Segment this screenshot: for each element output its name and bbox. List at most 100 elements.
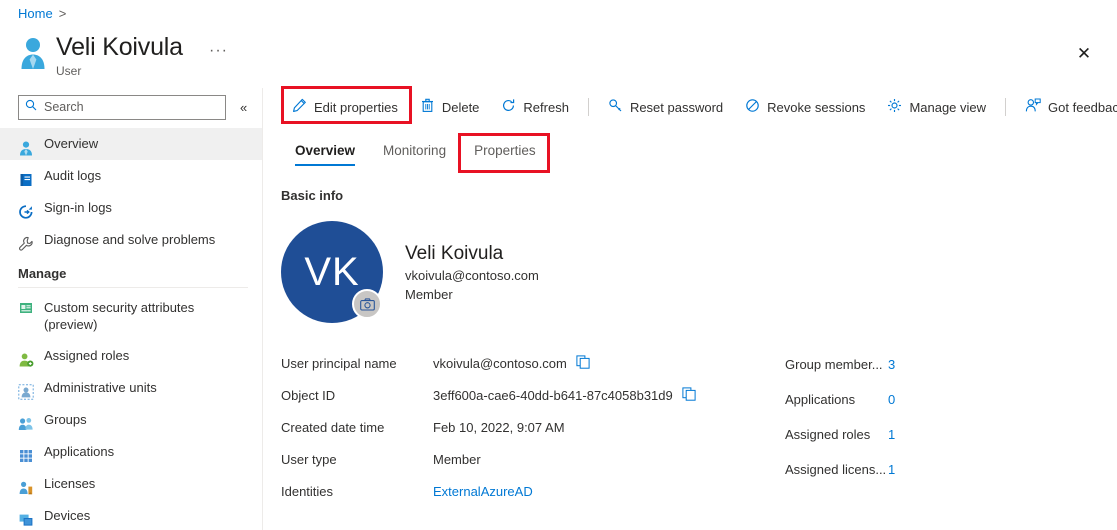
- sidebar-item-audit-logs[interactable]: Audit logs: [0, 160, 262, 192]
- revoke-sessions-button[interactable]: Revoke sessions: [734, 92, 876, 122]
- info-key: Object ID: [281, 387, 336, 403]
- command-separator: [587, 98, 589, 116]
- search-box[interactable]: [18, 94, 226, 120]
- sidebar-item-label: Overview: [44, 136, 99, 151]
- tab-monitoring[interactable]: Monitoring: [369, 143, 460, 167]
- command-bar: Edit properties Delete Refresh Reset pas…: [264, 88, 1117, 126]
- copy-icon[interactable]: [682, 386, 696, 404]
- info-key: Identities: [281, 483, 334, 499]
- command-label: Got feedback?: [1048, 99, 1117, 115]
- feedback-icon: [1025, 98, 1041, 116]
- sidebar-item-licenses[interactable]: Licenses: [0, 468, 262, 500]
- command-label: Reset password: [629, 99, 724, 115]
- sidebar-nav-list: Overview Audit logs Sign-in logs Diagnos…: [0, 126, 262, 530]
- tab-properties[interactable]: Properties: [460, 143, 550, 167]
- command-label: Manage view: [909, 99, 987, 115]
- info-value-count[interactable]: 1: [888, 462, 895, 477]
- licenses-icon: [18, 476, 34, 495]
- gear-icon: [887, 98, 902, 116]
- blade-header: Veli Koivula ··· User ✕: [0, 30, 1117, 82]
- sidebar-item-devices[interactable]: Devices: [0, 500, 262, 530]
- copy-icon[interactable]: [576, 354, 590, 372]
- sidebar-item-label: Groups: [44, 412, 87, 427]
- sidebar-item-administrative-units[interactable]: Administrative units: [0, 372, 262, 404]
- sidebar-item-diagnose-and-solve-problems[interactable]: Diagnose and solve problems: [0, 224, 262, 256]
- sidebar-item-sign-in-logs[interactable]: Sign-in logs: [0, 192, 262, 224]
- info-key: User type: [281, 451, 337, 467]
- azure-portal-user-blade: Home > Veli Koivula ··· User ✕ Search « …: [0, 0, 1117, 530]
- sidebar-item-applications[interactable]: Applications: [0, 436, 262, 468]
- block-icon: [745, 98, 760, 116]
- command-label: Edit properties: [314, 99, 398, 115]
- audit-logs-icon: [18, 168, 34, 186]
- sidebar-item-assigned-roles[interactable]: Assigned roles: [0, 340, 262, 372]
- delete-button[interactable]: Delete: [409, 92, 491, 122]
- sidebar-group-header-manage: Manage: [18, 266, 67, 281]
- got-feedback-button[interactable]: Got feedback?: [1014, 92, 1117, 122]
- sidebar-item-label: Assigned roles: [44, 348, 130, 363]
- info-column-right: Group member... 3 Applications 0 Assigne…: [785, 347, 1085, 487]
- sidebar-item-label: Diagnose and solve problems: [44, 232, 216, 247]
- command-label: Delete: [441, 99, 480, 115]
- info-key: Applications: [785, 392, 856, 407]
- assigned-roles-icon: [18, 348, 34, 367]
- sidebar-item-label: Applications: [44, 444, 115, 459]
- info-row-created-date-time: Created date time Feb 10, 2022, 9:07 AM: [281, 411, 731, 443]
- breadcrumb: Home >: [18, 6, 66, 21]
- profile-email: vkoivula@contoso.com: [405, 267, 539, 283]
- breadcrumb-home-link[interactable]: Home: [18, 6, 53, 21]
- trash-icon: [420, 98, 435, 116]
- close-icon[interactable]: ✕: [1067, 36, 1101, 70]
- camera-icon[interactable]: [352, 289, 382, 319]
- profile-type: Member: [405, 286, 453, 302]
- sidebar-item-custom-security-attributes[interactable]: Custom security attributes (preview): [0, 292, 262, 340]
- info-value-count[interactable]: 0: [888, 392, 895, 407]
- profile-summary: VK Veli Koivula vkoivula@contoso.com Mem…: [281, 221, 1117, 323]
- info-value-count[interactable]: 1: [888, 427, 895, 442]
- sidebar-item-overview[interactable]: Overview: [0, 128, 262, 160]
- main-content: Edit properties Delete Refresh Reset pas…: [264, 88, 1117, 530]
- info-value-group: 3eff600a-cae6-40dd-b641-87c4058b31d9: [433, 386, 696, 404]
- sidebar-item-label: Devices: [44, 508, 91, 523]
- sidebar: « Overview: [0, 88, 263, 530]
- profile-name: Veli Koivula: [405, 242, 504, 264]
- sidebar-item-label: Sign-in logs: [44, 200, 112, 215]
- sidebar-item-groups[interactable]: Groups: [0, 404, 262, 436]
- search-icon: [25, 98, 37, 116]
- page-title: Veli Koivula: [56, 33, 183, 61]
- sidebar-item-label: Licenses: [44, 476, 96, 491]
- profile-text: Veli Koivula vkoivula@contoso.com Member: [405, 241, 539, 304]
- refresh-button[interactable]: Refresh: [490, 92, 580, 122]
- manage-view-button[interactable]: Manage view: [876, 92, 997, 122]
- wrench-icon: [18, 232, 34, 251]
- edit-properties-button[interactable]: Edit properties: [281, 92, 409, 122]
- command-separator: [1005, 98, 1007, 116]
- sidebar-item-label: Audit logs: [44, 168, 102, 183]
- sidebar-divider: [18, 287, 248, 288]
- collapse-sidebar-icon[interactable]: «: [236, 99, 251, 116]
- info-key: Assigned roles: [785, 427, 871, 442]
- info-row-object-id: Object ID 3eff600a-cae6-40dd-b641-87c405…: [281, 379, 731, 411]
- info-row-applications: Applications 0: [785, 382, 1085, 417]
- info-key: Created date time: [281, 419, 385, 435]
- sidebar-item-label: Administrative units: [44, 380, 157, 395]
- info-value: Feb 10, 2022, 9:07 AM: [433, 419, 565, 435]
- key-icon: [608, 98, 623, 116]
- info-row-user-principal-name: User principal name vkoivula@contoso.com: [281, 347, 731, 379]
- info-value-group: vkoivula@contoso.com: [433, 354, 590, 372]
- command-label: Revoke sessions: [767, 99, 866, 115]
- applications-icon: [18, 444, 34, 462]
- info-value: vkoivula@contoso.com: [433, 355, 567, 371]
- reset-password-button[interactable]: Reset password: [597, 92, 734, 122]
- info-column-left: User principal name vkoivula@contoso.com…: [281, 347, 731, 507]
- info-row-group-memberships: Group member... 3: [785, 347, 1085, 382]
- more-options-icon[interactable]: ···: [205, 40, 232, 62]
- custom-security-attributes-icon: [18, 300, 34, 316]
- search-input[interactable]: [42, 99, 219, 115]
- section-title-basic-info: Basic info: [281, 188, 344, 203]
- page-subtitle: User: [56, 64, 82, 78]
- info-value-count[interactable]: 3: [888, 357, 895, 372]
- info-value-link[interactable]: ExternalAzureAD: [433, 484, 533, 499]
- tab-overview[interactable]: Overview: [281, 143, 369, 167]
- sign-in-logs-icon: [18, 200, 34, 219]
